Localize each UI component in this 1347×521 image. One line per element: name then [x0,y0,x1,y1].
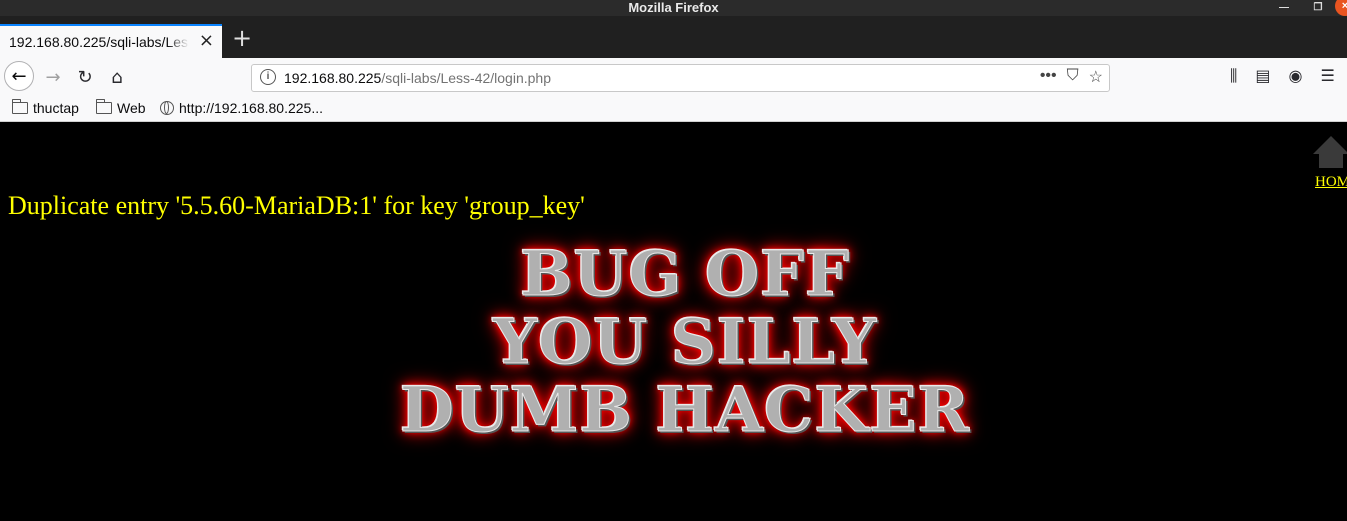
maximize-button[interactable]: ❐ [1301,0,1335,16]
home-icon: ⌂ [111,66,123,88]
bookmarks-toolbar: thuctap Web http://192.168.80.225... [0,96,1347,122]
account-icon[interactable]: ◉ [1289,66,1303,86]
home-link-label[interactable]: HOME [1315,174,1347,191]
sql-error-message: Duplicate entry '5.5.60-MariaDB:1' for k… [8,191,585,220]
folder-icon [11,99,28,114]
url-bar[interactable]: i 192.168.80.225/sqli-labs/Less-42/login… [251,64,1110,92]
bookmark-thuctap[interactable]: thuctap [11,99,79,116]
page-actions-icon[interactable]: ••• [1040,67,1057,87]
navigation-toolbar: ← → ↻ ⌂ i 192.168.80.225/sqli-labs/Less-… [0,58,1347,96]
bookmark-web[interactable]: Web [95,99,146,116]
back-button[interactable]: ← [4,61,34,91]
window-controls: — ❐ × [1267,0,1347,16]
bookmark-star-icon[interactable]: ☆ [1089,67,1103,87]
bookmark-label: Web [117,100,146,116]
banner-line: YOU SILLY [492,305,878,378]
toolbar-right: ⫼ ▤ ◉ ☰ [1230,66,1335,86]
url-text[interactable]: 192.168.80.225/sqli-labs/Less-42/login.p… [284,70,551,86]
forward-button[interactable]: → [40,64,66,90]
minimize-button[interactable]: — [1267,0,1301,16]
tab-close-button[interactable]: × [199,32,214,50]
banner-line: BUG OFF [519,237,851,310]
site-info-icon[interactable]: i [260,69,276,85]
window-titlebar: Mozilla Firefox — ❐ × [0,0,1347,16]
house-icon[interactable] [1313,132,1347,172]
reload-button[interactable]: ↻ [72,64,98,90]
forward-arrow-icon: → [45,66,61,88]
folder-icon [95,99,112,114]
tab-strip: 192.168.80.225/sqli-labs/Less-42/login.p… [0,16,1347,58]
back-arrow-icon: ← [11,65,27,87]
close-window-button[interactable]: × [1335,0,1347,16]
home-link[interactable]: HOME [1313,132,1347,190]
url-path: /sqli-labs/Less-42/login.php [381,70,551,86]
new-tab-button[interactable]: + [232,26,252,50]
window-title: Mozilla Firefox [628,0,719,15]
sidebar-icon[interactable]: ▤ [1255,66,1270,86]
url-actions: ••• ⛉ ☆ [1040,67,1103,87]
page-content: HOME Duplicate entry '5.5.60-MariaDB:1' … [0,122,1347,521]
url-host: 192.168.80.225 [284,70,382,86]
banner-line: DUMB HACKER [399,373,971,446]
bookmark-label: thuctap [33,100,79,116]
tab-active[interactable]: 192.168.80.225/sqli-labs/Less-42/login.p… [0,24,222,58]
hacker-banner-image: BUG OFF YOU SILLY DUMB HACKER [380,237,990,446]
tab-title: 192.168.80.225/sqli-labs/Less-42/login.p… [9,34,189,50]
globe-icon [160,101,174,115]
menu-icon[interactable]: ☰ [1320,66,1334,86]
library-icon[interactable]: ⫼ [1230,66,1237,86]
bookmark-url[interactable]: http://192.168.80.225... [160,100,323,116]
home-button[interactable]: ⌂ [104,64,130,90]
pocket-icon[interactable]: ⛉ [1067,67,1079,87]
bookmark-label: http://192.168.80.225... [179,100,324,116]
reload-icon: ↻ [77,66,93,88]
